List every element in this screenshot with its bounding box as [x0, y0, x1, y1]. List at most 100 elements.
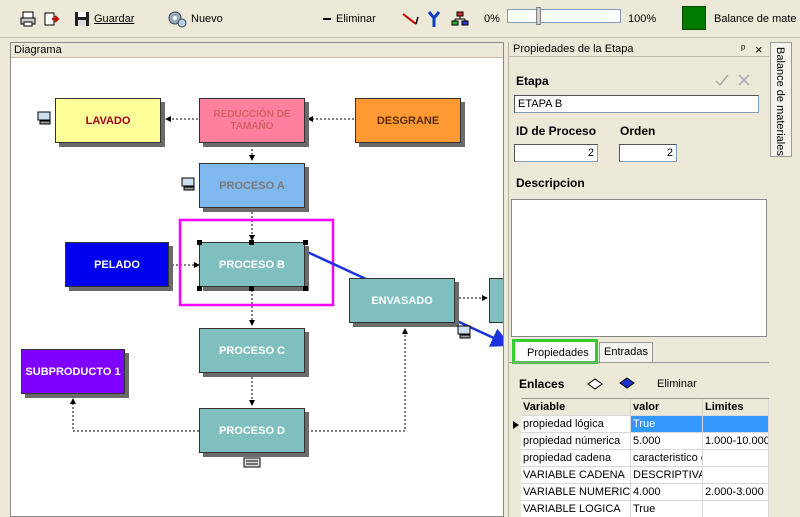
printer-icon	[20, 11, 36, 27]
grid-cell-limites[interactable]	[703, 467, 769, 483]
grid-cell-variable[interactable]: propiedad lógica	[521, 416, 631, 432]
node-proceso-b[interactable]: PROCESO B	[199, 242, 305, 287]
wrench-icon	[427, 11, 441, 27]
hierarchy-icon	[451, 11, 469, 26]
side-tab-label: Balance de materiales	[774, 47, 786, 156]
zoom-slider[interactable]	[507, 9, 621, 23]
save-button[interactable]: Guardar	[74, 10, 134, 28]
zoom-max-label: 100%	[628, 13, 657, 25]
table-row[interactable]: propiedad lógica True	[521, 416, 769, 433]
selection-handle[interactable]	[197, 240, 202, 245]
table-row[interactable]: propiedad cadena caracteristico o	[521, 450, 769, 467]
diagram-panel: Diagrama LAVADO REDUCCIÓN DE TAMAÑO DESG…	[10, 42, 504, 517]
table-row[interactable]: VARIABLE CADENA DESCRIPTIVA	[521, 467, 769, 484]
save-label: Guardar	[94, 13, 135, 25]
selection-handle[interactable]	[249, 286, 254, 291]
id-proceso-label: ID de Proceso	[516, 124, 597, 138]
grid-cell-valor[interactable]: True	[631, 416, 703, 432]
computer-icon	[457, 325, 471, 339]
selection-handle[interactable]	[249, 240, 254, 245]
properties-grid: Variable valor Limites propiedad lógica …	[521, 398, 769, 517]
tools-button[interactable]	[426, 10, 442, 28]
selection-handle[interactable]	[303, 286, 308, 291]
grid-cell-variable[interactable]: VARIABLE LOGICA	[521, 501, 631, 517]
machine-icon	[243, 457, 261, 468]
grid-header: Variable valor Limites	[521, 399, 769, 416]
cancel-icon[interactable]	[738, 74, 750, 86]
grid-cell-valor[interactable]: caracteristico o	[631, 450, 703, 466]
connect-tool-button[interactable]	[402, 10, 420, 28]
computer-icon	[37, 111, 51, 125]
node-reduccion[interactable]: REDUCCIÓN DE TAMAÑO	[199, 98, 305, 143]
grid-header-variable[interactable]: Variable	[521, 399, 631, 415]
tab-entradas[interactable]: Entradas	[599, 342, 654, 362]
node-envasado[interactable]: ENVASADO	[349, 278, 455, 323]
link-book-icon[interactable]	[587, 377, 603, 391]
blue-book-icon[interactable]	[619, 376, 635, 390]
new-label: Nuevo	[191, 13, 223, 25]
balance-button-label[interactable]: Balance de mate	[714, 10, 797, 28]
grid-cell-valor[interactable]: 5.000	[631, 433, 703, 449]
table-row[interactable]: VARIABLE NUMERIC 4.000 2.000-3.000	[521, 484, 769, 501]
node-pelado[interactable]: PELADO	[65, 242, 169, 287]
grid-cell-variable[interactable]: VARIABLE CADENA	[521, 467, 631, 483]
row-pointer-icon	[513, 421, 519, 429]
side-tab-balance[interactable]: Balance de materiales	[770, 42, 792, 157]
grid-header-limites[interactable]: Limites	[703, 399, 769, 415]
grid-cell-limites[interactable]	[703, 450, 769, 466]
print-button[interactable]	[20, 10, 36, 28]
grid-cell-valor[interactable]: True	[631, 501, 703, 517]
properties-panel: Propiedades de la Etapa ᵖ × Etapa ETAPA …	[508, 42, 769, 517]
close-button[interactable]: ×	[755, 42, 763, 57]
node-lavado[interactable]: LAVADO	[55, 98, 161, 143]
computer-icon	[181, 177, 195, 191]
grid-cell-limites[interactable]	[703, 501, 769, 517]
tab-divider	[509, 362, 769, 363]
connector-icon	[402, 13, 419, 25]
toolbar: Guardar Nuevo Eliminar 0% 100% Balance d…	[0, 0, 800, 38]
grid-cell-limites[interactable]	[703, 416, 769, 432]
node-proceso-a[interactable]: PROCESO A	[199, 163, 305, 208]
node-proceso-c[interactable]: PROCESO C	[199, 328, 305, 373]
id-proceso-field[interactable]: 2	[514, 144, 598, 162]
orden-label: Orden	[620, 124, 656, 138]
hierarchy-button[interactable]	[451, 10, 469, 28]
new-button[interactable]: Nuevo	[167, 10, 223, 28]
selection-handle[interactable]	[197, 286, 202, 291]
delete-label: Eliminar	[336, 13, 376, 25]
tab-propiedades-label: Propiedades	[527, 347, 589, 359]
floppy-icon	[75, 12, 89, 26]
delete-button[interactable]: Eliminar	[322, 10, 376, 28]
eliminar-link-button[interactable]: Eliminar	[657, 378, 697, 390]
node-subproducto[interactable]: SUBPRODUCTO 1	[21, 349, 125, 394]
node-partial-right[interactable]	[489, 278, 503, 323]
descripcion-textarea[interactable]	[511, 199, 767, 337]
tab-entradas-label: Entradas	[604, 346, 649, 358]
node-desgrane[interactable]: DESGRANE	[355, 98, 461, 143]
export-icon	[44, 12, 60, 26]
etapa-label: Etapa	[516, 74, 549, 88]
etapa-field[interactable]: ETAPA B	[514, 95, 759, 113]
color-swatch-button[interactable]	[682, 6, 706, 30]
zoom-min-label: 0%	[484, 13, 500, 25]
grid-cell-valor[interactable]: 4.000	[631, 484, 703, 500]
grid-cell-valor[interactable]: DESCRIPTIVA	[631, 467, 703, 483]
table-row[interactable]: VARIABLE LOGICA True	[521, 501, 769, 517]
grid-cell-variable[interactable]: propiedad númerica	[521, 433, 631, 449]
selection-handle[interactable]	[303, 240, 308, 245]
grid-cell-variable[interactable]: propiedad cadena	[521, 450, 631, 466]
export-button[interactable]	[44, 10, 62, 28]
table-row[interactable]: propiedad númerica 5.000 1.000-10.000	[521, 433, 769, 450]
grid-cell-limites[interactable]: 2.000-3.000	[703, 484, 769, 500]
orden-field[interactable]: 2	[619, 144, 677, 162]
check-icon[interactable]	[715, 74, 729, 86]
minus-icon	[323, 18, 331, 20]
tab-propiedades[interactable]: Propiedades	[512, 339, 598, 364]
pin-button[interactable]: ᵖ	[741, 43, 745, 55]
grid-cell-limites[interactable]: 1.000-10.000	[703, 433, 769, 449]
descripcion-label: Descripcion	[516, 176, 585, 190]
grid-cell-variable[interactable]: VARIABLE NUMERIC	[521, 484, 631, 500]
zoom-slider-thumb[interactable]	[536, 7, 541, 25]
grid-header-valor[interactable]: valor	[631, 399, 703, 415]
node-proceso-d[interactable]: PROCESO D	[199, 408, 305, 453]
